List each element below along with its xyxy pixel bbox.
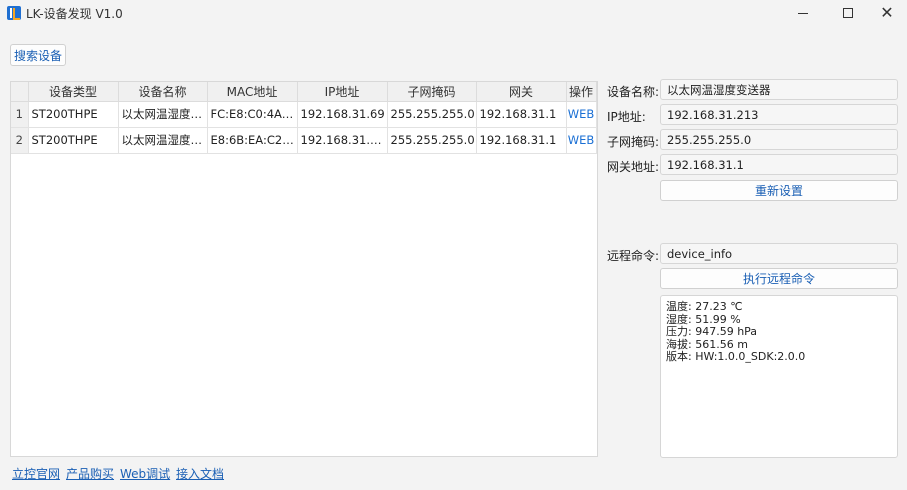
ip-address-field[interactable]: 192.168.31.213 xyxy=(660,104,898,125)
cell-gateway[interactable]: 192.168.31.1 xyxy=(476,101,567,128)
cell-ip[interactable]: 192.168.31.69 xyxy=(297,101,388,128)
title-bar: LK-设备发现 V1.0 ✕ xyxy=(0,0,907,26)
window-title: LK-设备发现 V1.0 xyxy=(26,7,123,21)
row-number: 1 xyxy=(11,101,29,128)
output-line: 压力: 947.59 hPa xyxy=(666,325,758,338)
close-icon: ✕ xyxy=(880,3,894,22)
command-output-textarea[interactable]: 温度: 27.23 ℃ 湿度: 51.99 % 压力: 947.59 hPa 海… xyxy=(660,295,898,458)
output-line: 版本: HW:1.0.0_SDK:2.0.0 xyxy=(666,350,806,363)
remote-command-label: 远程命令: xyxy=(607,249,660,263)
row-number: 2 xyxy=(11,127,29,154)
remote-command-input[interactable]: device_info xyxy=(660,243,898,264)
column-header-device-name[interactable]: 设备名称 xyxy=(118,82,208,102)
column-header-ip[interactable]: IP地址 xyxy=(297,82,388,102)
product-purchase-link[interactable]: 产品购买 xyxy=(66,465,114,482)
minimize-icon xyxy=(798,12,808,14)
output-line: 温度: 27.23 ℃ xyxy=(666,300,743,313)
ip-address-label: IP地址: xyxy=(607,110,646,124)
minimize-button[interactable] xyxy=(786,0,820,26)
cell-subnet[interactable]: 255.255.255.0 xyxy=(387,101,477,128)
cell-device-name[interactable]: 以太网温湿度变... xyxy=(118,127,208,154)
table-row[interactable]: 1 ST200THPE 以太网温湿度变... FC:E8:C0:4A:... 1… xyxy=(11,101,597,128)
app-logo-icon xyxy=(7,6,21,20)
official-site-link[interactable]: 立控官网 xyxy=(12,465,60,482)
search-devices-button[interactable]: 搜索设备 xyxy=(10,44,66,66)
subnet-mask-label: 子网掩码: xyxy=(607,135,660,149)
column-header-index xyxy=(11,82,29,102)
cell-gateway[interactable]: 192.168.31.1 xyxy=(476,127,567,154)
cell-device-type[interactable]: ST200THPE xyxy=(28,101,119,128)
integration-docs-link[interactable]: 接入文档 xyxy=(176,465,224,482)
gateway-field[interactable]: 192.168.31.1 xyxy=(660,154,898,175)
web-link[interactable]: WEB xyxy=(566,101,597,128)
column-header-subnet[interactable]: 子网掩码 xyxy=(387,82,477,102)
device-name-field[interactable]: 以太网温湿度变送器 xyxy=(660,79,898,100)
cell-mac[interactable]: FC:E8:C0:4A:... xyxy=(207,101,298,128)
table-header-row: 设备类型 设备名称 MAC地址 IP地址 子网掩码 网关 操作 xyxy=(11,82,597,102)
cell-device-name[interactable]: 以太网温湿度变... xyxy=(118,101,208,128)
web-link[interactable]: WEB xyxy=(566,127,597,154)
column-header-action[interactable]: 操作 xyxy=(566,82,597,102)
maximize-icon xyxy=(843,8,853,18)
column-header-gateway[interactable]: 网关 xyxy=(476,82,567,102)
cell-device-type[interactable]: ST200THPE xyxy=(28,127,119,154)
subnet-mask-field[interactable]: 255.255.255.0 xyxy=(660,129,898,150)
web-debug-link[interactable]: Web调试 xyxy=(120,465,170,482)
column-header-device-type[interactable]: 设备类型 xyxy=(28,82,119,102)
device-table: 设备类型 设备名称 MAC地址 IP地址 子网掩码 网关 操作 1 ST200T… xyxy=(10,81,598,457)
close-button[interactable]: ✕ xyxy=(870,0,904,26)
device-name-label: 设备名称: xyxy=(607,85,660,99)
maximize-button[interactable] xyxy=(831,0,865,26)
cell-ip[interactable]: 192.168.31.213 xyxy=(297,127,388,154)
cell-subnet[interactable]: 255.255.255.0 xyxy=(387,127,477,154)
gateway-label: 网关地址: xyxy=(607,160,660,174)
execute-command-button[interactable]: 执行远程命令 xyxy=(660,268,898,289)
reset-settings-button[interactable]: 重新设置 xyxy=(660,180,898,201)
column-header-mac[interactable]: MAC地址 xyxy=(207,82,298,102)
table-row[interactable]: 2 ST200THPE 以太网温湿度变... E8:6B:EA:C2:32...… xyxy=(11,127,597,154)
cell-mac[interactable]: E8:6B:EA:C2:32... xyxy=(207,127,298,154)
